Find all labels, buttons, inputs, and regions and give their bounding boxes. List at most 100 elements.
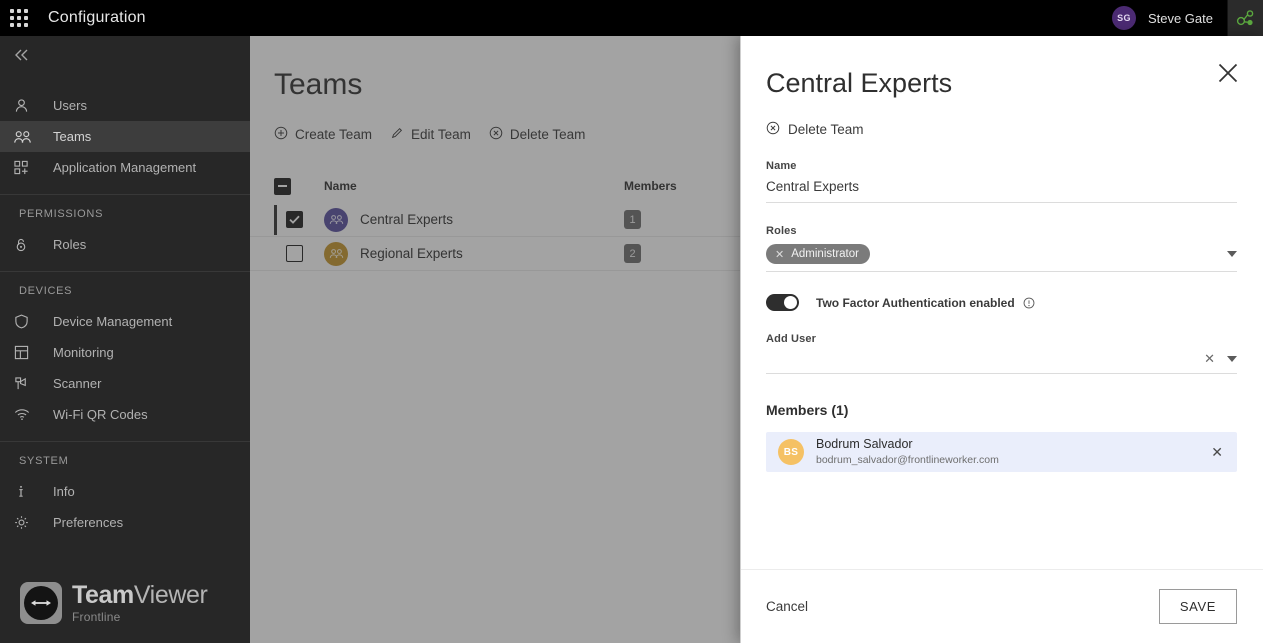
x-circle-icon: [489, 126, 503, 143]
create-team-button[interactable]: Create Team: [274, 126, 372, 143]
wifi-icon: [14, 408, 36, 421]
add-user-input-wrap: ✕: [766, 345, 1237, 373]
sidebar-collapse-button[interactable]: [0, 36, 250, 74]
add-user-field-label: Add User: [766, 333, 817, 345]
users-group-icon: [14, 130, 36, 144]
avatar: BS: [778, 439, 804, 465]
two-factor-row: Two Factor Authentication enabled: [740, 272, 1263, 311]
panel-delete-team-button[interactable]: Delete Team: [740, 99, 1263, 138]
name-input[interactable]: Central Experts: [766, 172, 1237, 202]
members-badge: 1: [624, 210, 641, 229]
pencil-icon: [390, 126, 404, 143]
dashboard-grid-icon: [14, 345, 36, 360]
role-chip-administrator[interactable]: ✕ Administrator: [766, 244, 870, 264]
sidebar-item-teams[interactable]: Teams: [0, 121, 250, 152]
members-heading: Members (1): [766, 402, 849, 418]
save-button[interactable]: SAVE: [1158, 589, 1237, 624]
sidebar-item-label: Teams: [53, 129, 92, 144]
avatar[interactable]: SG: [1111, 6, 1136, 30]
sidebar-item-device-management[interactable]: Device Management: [0, 306, 250, 337]
chevron-down-icon[interactable]: [1227, 251, 1237, 257]
edit-team-button[interactable]: Edit Team: [390, 126, 471, 143]
app-title: Configuration: [48, 9, 146, 26]
sidebar-item-label: Device Management: [53, 314, 173, 329]
close-icon[interactable]: [1217, 62, 1239, 84]
top-bar-right: SG Steve Gate: [1111, 0, 1263, 36]
name-field-label: Name: [766, 160, 797, 172]
chip-remove-icon[interactable]: ✕: [775, 248, 784, 261]
panel-title: Central Experts: [766, 68, 953, 98]
list-item[interactable]: BS Bodrum Salvador bodrum_salvador@front…: [766, 432, 1237, 472]
add-user-field[interactable]: Add User ✕: [766, 311, 1237, 374]
top-bar: Configuration SG Steve Gate: [0, 0, 1263, 36]
sidebar-item-label: Monitoring: [53, 345, 114, 360]
sidebar-item-label: Scanner: [53, 376, 102, 391]
team-name-cell: Regional Experts: [324, 241, 624, 266]
sidebar-item-monitoring[interactable]: Monitoring: [0, 337, 250, 368]
team-name-cell: Central Experts: [324, 207, 624, 232]
x-circle-icon: [766, 121, 780, 138]
row-select-cell: [274, 245, 324, 262]
info-circle-icon[interactable]: [1023, 297, 1035, 309]
sidebar-group-permissions: PERMISSIONS: [19, 208, 104, 220]
roles-field-label: Roles: [766, 225, 797, 237]
panel-footer: Cancel SAVE: [740, 569, 1263, 643]
brand-subtitle: Frontline: [72, 610, 121, 624]
edit-team-label: Edit Team: [411, 127, 471, 142]
column-header-name: Name: [324, 179, 357, 193]
sidebar-item-preferences[interactable]: Preferences: [0, 507, 250, 538]
sidebar-item-label: Roles: [53, 237, 87, 252]
user-icon: [14, 98, 36, 113]
info-icon: [14, 484, 36, 499]
member-email: bodrum_salvador@frontlineworker.com: [816, 454, 999, 467]
team-avatar-icon: [324, 241, 348, 266]
barcode-scanner-icon: [14, 376, 36, 391]
clear-icon[interactable]: ✕: [1204, 351, 1215, 367]
chevron-double-left-icon: [15, 49, 28, 61]
create-team-label: Create Team: [295, 127, 373, 142]
user-name[interactable]: Steve Gate: [1148, 11, 1213, 26]
sidebar-item-users[interactable]: Users: [0, 90, 250, 121]
connection-status-icon[interactable]: [1227, 0, 1263, 36]
row-select-cell: [274, 211, 324, 228]
sidebar-item-label: Preferences: [53, 515, 124, 530]
app-root: Configuration SG Steve Gate Users Teams …: [0, 0, 1263, 643]
member-name: Bodrum Salvador: [816, 436, 913, 451]
sidebar-item-info[interactable]: Info: [0, 476, 250, 507]
member-info: Bodrum Salvador bodrum_salvador@frontlin…: [816, 437, 999, 468]
gear-icon: [14, 515, 36, 530]
row-checkbox[interactable]: [286, 211, 303, 228]
sidebar-item-wifi-qr-codes[interactable]: Wi-Fi QR Codes: [0, 399, 250, 430]
panel-body: Central Experts Delete Team Name Central…: [740, 36, 1263, 569]
row-checkbox[interactable]: [286, 245, 303, 262]
sidebar-item-label: Application Management: [53, 160, 197, 175]
sidebar-group-system: SYSTEM: [19, 455, 69, 467]
delete-team-label: Delete Team: [509, 127, 586, 142]
team-name: Regional Experts: [360, 246, 463, 261]
role-chip-label: Administrator: [791, 248, 859, 260]
members-badge: 2: [624, 244, 641, 263]
select-all-checkbox[interactable]: [274, 177, 291, 195]
sidebar-item-label: Wi-Fi QR Codes: [53, 407, 148, 422]
app-add-icon: [14, 160, 36, 175]
remove-member-icon[interactable]: ✕: [1211, 444, 1223, 461]
plus-circle-icon: [274, 126, 288, 143]
sidebar: Users Teams Application Management PERMI…: [0, 36, 250, 643]
delete-team-button[interactable]: Delete Team: [489, 126, 586, 143]
sidebar-item-label: Users: [53, 98, 87, 113]
team-avatar-icon: [324, 207, 348, 232]
cancel-button[interactable]: Cancel: [766, 599, 808, 614]
apps-grid-icon[interactable]: [10, 9, 28, 27]
sidebar-item-application-management[interactable]: Application Management: [0, 152, 250, 183]
sidebar-item-roles[interactable]: Roles: [0, 229, 250, 260]
roles-field[interactable]: Roles ✕ Administrator: [766, 203, 1237, 272]
two-factor-label: Two Factor Authentication enabled: [816, 295, 1015, 310]
chevron-down-icon[interactable]: [1227, 356, 1237, 362]
name-field[interactable]: Name Central Experts: [766, 138, 1237, 203]
brand-name-bold: Team: [72, 581, 134, 609]
two-factor-toggle[interactable]: [766, 294, 799, 311]
sidebar-item-scanner[interactable]: Scanner: [0, 368, 250, 399]
roles-chip-row: ✕ Administrator: [766, 237, 1237, 271]
lock-icon: [14, 237, 36, 252]
shield-icon: [14, 314, 36, 329]
